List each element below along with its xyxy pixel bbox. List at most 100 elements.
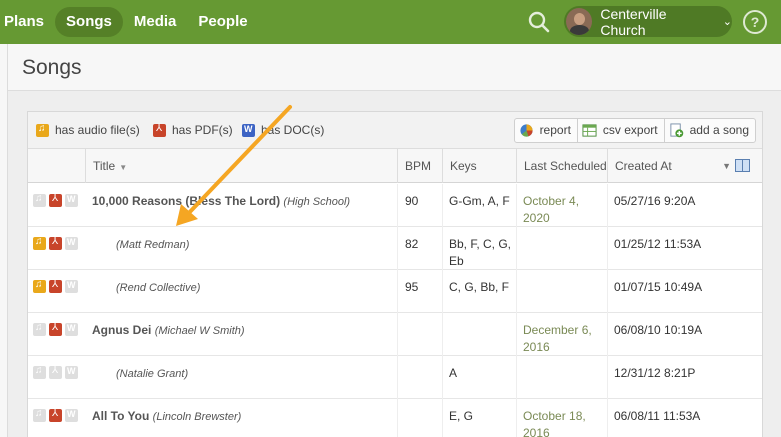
- table-row[interactable]: Agnus Dei (Michael W Smith) December 6, 2…: [28, 313, 762, 356]
- last-scheduled-cell: [516, 227, 606, 270]
- created-at-cell: 06/08/11 11:53A: [607, 399, 700, 437]
- toolbar: report csv export add a song: [513, 118, 756, 143]
- report-button[interactable]: report: [515, 119, 578, 142]
- bpm-cell: [397, 356, 405, 399]
- csv-export-label: csv export: [602, 123, 658, 137]
- audio-file-icon[interactable]: [33, 322, 46, 336]
- pdf-icon[interactable]: [49, 193, 62, 207]
- doc-icon[interactable]: [65, 237, 78, 250]
- song-artist[interactable]: (Lincoln Brewster): [153, 411, 242, 423]
- chevron-down-icon: ⌄: [722, 16, 732, 28]
- keys-cell: A: [442, 356, 518, 399]
- spreadsheet-icon: [582, 124, 597, 137]
- add-song-label: add a song: [689, 123, 749, 137]
- bpm-cell: 90: [397, 184, 418, 227]
- table-row[interactable]: (Matt Redman) 82 Bb, F, C, G, Eb 01/25/12 1…: [28, 227, 762, 270]
- help-icon[interactable]: ?: [743, 10, 767, 34]
- pdf-icon[interactable]: [49, 279, 62, 293]
- csv-export-button[interactable]: csv export: [578, 119, 665, 142]
- legend-audio-label: has audio file(s): [55, 123, 140, 137]
- file-indicators: [33, 236, 78, 251]
- doc-icon[interactable]: [65, 194, 78, 207]
- header-icons-col: [28, 149, 85, 183]
- table-row[interactable]: 10,000 Reasons (Bless The Lord) (High Sc…: [28, 184, 762, 227]
- last-scheduled-cell: [516, 270, 606, 313]
- org-switcher[interactable]: Centerville Church ⌄: [564, 6, 732, 38]
- header-bpm[interactable]: BPM: [397, 149, 442, 183]
- created-at-cell: 01/07/15 10:49A: [607, 270, 702, 313]
- nav-media[interactable]: Media: [123, 7, 188, 37]
- file-indicators: [33, 365, 78, 380]
- legend-pdf: has PDF(s): [153, 123, 233, 137]
- song-artist[interactable]: (High School): [283, 196, 350, 208]
- last-scheduled-cell: October 18, 2016: [516, 399, 606, 437]
- nav-songs[interactable]: Songs: [55, 7, 123, 37]
- header-title-label: Title: [93, 159, 116, 173]
- file-indicators: [33, 193, 78, 208]
- search-icon[interactable]: [527, 10, 551, 34]
- created-at-cell: 05/27/16 9:20A: [607, 184, 695, 227]
- legend-pdf-label: has PDF(s): [172, 123, 233, 137]
- dropdown-arrow-icon: ▼: [722, 160, 731, 171]
- pdf-icon[interactable]: [49, 236, 62, 250]
- audio-file-icon[interactable]: [33, 365, 46, 379]
- columns-icon: [735, 159, 750, 172]
- last-scheduled-cell: December 6, 2016: [516, 313, 606, 356]
- keys-cell: G-Gm, A, F: [442, 184, 518, 227]
- doc-icon[interactable]: [65, 366, 78, 379]
- bpm-cell: 95: [397, 270, 418, 313]
- audio-file-icon: [36, 123, 49, 137]
- page-title: Songs: [22, 56, 82, 79]
- table-header: Title ▼ BPM Keys Last Scheduled Created A…: [28, 149, 762, 183]
- pdf-icon[interactable]: [49, 322, 62, 336]
- song-title[interactable]: Agnus Dei: [92, 323, 151, 337]
- legend-bar: has audio file(s) has PDF(s) has DOC(s) …: [28, 112, 762, 149]
- nav-people[interactable]: People: [187, 7, 258, 37]
- table-row[interactable]: (Natalie Grant) A 12/31/12 8:21P: [28, 356, 762, 399]
- pdf-icon: [153, 123, 166, 137]
- file-indicators: [33, 322, 78, 337]
- doc-icon[interactable]: [65, 280, 78, 293]
- file-indicators: [33, 279, 78, 294]
- bpm-cell: [397, 313, 405, 356]
- last-scheduled-cell: October 4, 2020: [516, 184, 606, 227]
- songs-panel: has audio file(s) has PDF(s) has DOC(s) …: [27, 111, 763, 437]
- doc-icon[interactable]: [65, 323, 78, 336]
- keys-cell: Bb, F, C, G, Eb: [442, 227, 518, 270]
- doc-icon[interactable]: [65, 409, 78, 422]
- audio-file-icon[interactable]: [33, 279, 46, 293]
- last-scheduled-cell: [516, 356, 606, 399]
- table-row[interactable]: (Rend Collective) 95 C, G, Bb, F 01/07/15 1…: [28, 270, 762, 313]
- song-artist[interactable]: (Michael W Smith): [155, 325, 245, 337]
- created-at-cell: 12/31/12 8:21P: [607, 356, 695, 399]
- song-artist[interactable]: (Natalie Grant): [116, 368, 188, 380]
- legend-doc-label: has DOC(s): [261, 123, 325, 137]
- sort-down-icon: ▼: [119, 163, 128, 172]
- created-at-cell: 01/25/12 11:53A: [607, 227, 701, 270]
- audio-file-icon[interactable]: [33, 236, 46, 250]
- header-last-scheduled[interactable]: Last Scheduled: [516, 149, 607, 183]
- audio-file-icon[interactable]: [33, 408, 46, 422]
- pdf-icon[interactable]: [49, 408, 62, 422]
- avatar: [566, 8, 593, 35]
- pie-chart-icon: [519, 124, 533, 137]
- nav-plans[interactable]: Plans: [0, 7, 55, 37]
- created-at-cell: 06/08/10 10:19A: [607, 313, 702, 356]
- header-title[interactable]: Title ▼: [85, 149, 397, 183]
- song-artist[interactable]: (Matt Redman): [116, 239, 189, 251]
- song-title[interactable]: 10,000 Reasons (Bless The Lord): [92, 194, 280, 208]
- song-title-cell: All To You (Lincoln Brewster): [92, 409, 241, 437]
- legend-audio: has audio file(s): [36, 123, 140, 137]
- audio-file-icon[interactable]: [33, 193, 46, 207]
- song-artist[interactable]: (Rend Collective): [116, 282, 200, 294]
- column-toggle[interactable]: ▼: [722, 159, 750, 172]
- page-header: Songs: [0, 44, 781, 91]
- report-label: report: [539, 123, 571, 137]
- song-title[interactable]: All To You: [92, 409, 149, 423]
- keys-cell: [442, 313, 518, 356]
- table-row[interactable]: All To You (Lincoln Brewster) E, GOctober…: [28, 399, 762, 437]
- pdf-icon[interactable]: [49, 365, 62, 379]
- add-song-button[interactable]: add a song: [665, 119, 755, 142]
- add-document-icon: [670, 123, 683, 138]
- header-keys[interactable]: Keys: [442, 149, 516, 183]
